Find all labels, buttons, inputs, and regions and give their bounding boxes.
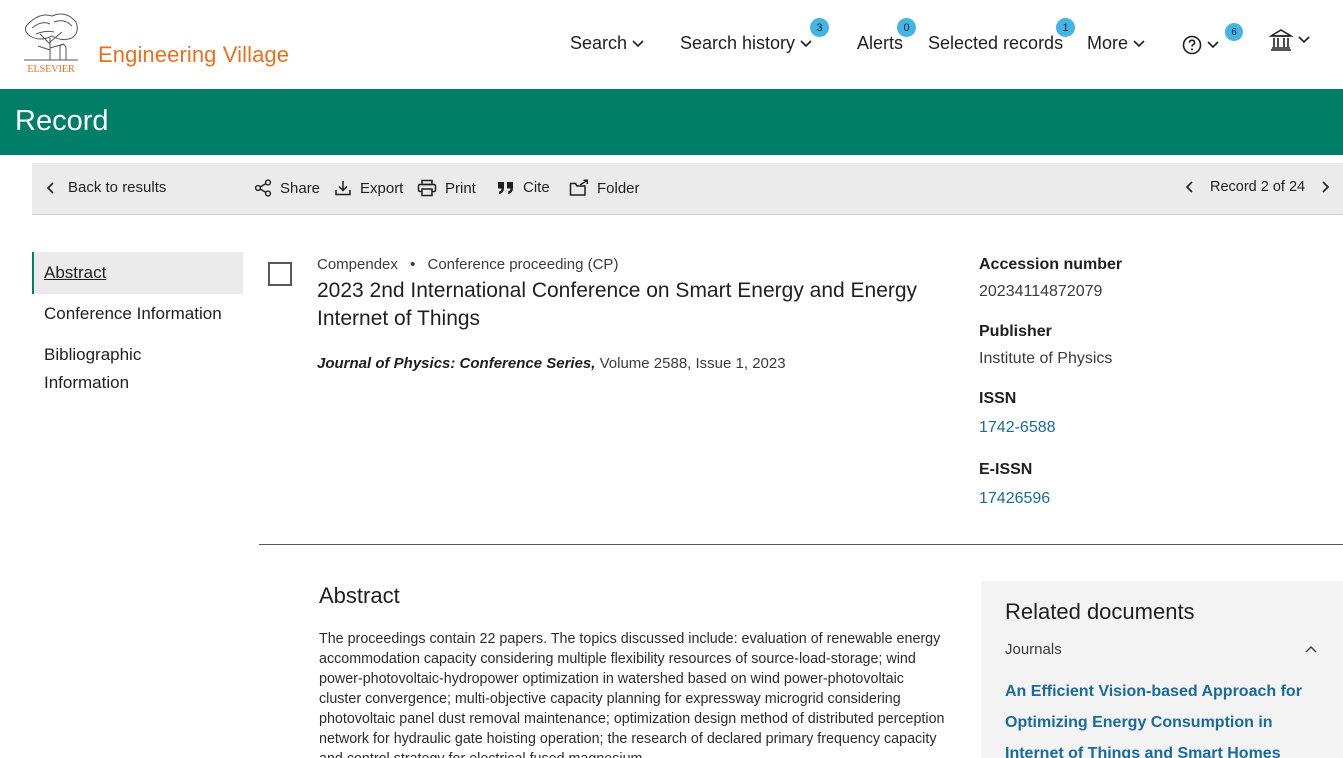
- cite-label: Cite: [523, 179, 550, 196]
- nav-help[interactable]: [1182, 35, 1220, 55]
- previous-record-icon[interactable]: [1184, 180, 1196, 194]
- chevron-down-icon: [632, 39, 644, 47]
- abstract-heading: Abstract: [319, 583, 400, 608]
- record-position: Record 2 of 24: [1210, 179, 1306, 195]
- next-record-icon[interactable]: [1319, 180, 1331, 194]
- folder-button[interactable]: Folder: [569, 179, 640, 197]
- export-button[interactable]: Export: [334, 179, 403, 197]
- page-title: Record: [15, 105, 109, 137]
- nav-more-label: More: [1087, 33, 1129, 53]
- search-history-count-badge: 3: [810, 18, 829, 37]
- selected-records-count-badge: 1: [1056, 18, 1075, 37]
- print-icon: [417, 179, 437, 197]
- chevron-down-icon: [800, 39, 812, 47]
- institution-icon: [1269, 29, 1293, 51]
- folder-label: Folder: [597, 179, 640, 197]
- nav-link-bibliographic-line1: Bibliographic: [44, 345, 142, 364]
- nav-alerts[interactable]: Alerts: [857, 33, 903, 54]
- record-pager: Record 2 of 24: [1184, 179, 1331, 195]
- share-icon: [254, 179, 272, 197]
- nav-search-label: Search: [570, 33, 628, 53]
- separator-dot: •: [410, 256, 416, 273]
- chevron-up-icon[interactable]: [1304, 642, 1318, 656]
- related-document-link[interactable]: An Efficient Vision-based Approach for O…: [1005, 676, 1325, 758]
- chevron-down-icon: [1207, 41, 1219, 49]
- nav-search[interactable]: Search: [570, 33, 645, 54]
- svg-text:ELSEVIER: ELSEVIER: [27, 64, 75, 74]
- eissn-label: E-ISSN: [979, 461, 1033, 478]
- nav-link-abstract[interactable]: Abstract: [32, 252, 243, 294]
- eissn-link[interactable]: 17426596: [979, 490, 1319, 508]
- accession-number-label: Accession number: [979, 256, 1123, 273]
- chevron-down-icon: [1298, 36, 1310, 44]
- chevron-left-icon: [46, 181, 54, 194]
- page-title-band: Record: [0, 89, 1343, 155]
- journal-name[interactable]: Journal of Physics: Conference Series,: [317, 355, 595, 372]
- download-icon: [335, 181, 351, 196]
- share-label: Share: [280, 179, 321, 197]
- record-source-line: Compendex • Conference proceeding (CP): [317, 256, 618, 273]
- nav-link-bibliographic-information[interactable]: Bibliographic Information: [32, 341, 243, 397]
- quote-icon: [498, 181, 513, 194]
- related-documents-panel: Related documents Journals An Efficient …: [981, 581, 1343, 758]
- related-documents-heading: Related documents: [1005, 599, 1195, 624]
- abstract-text: The proceedings contain 22 papers. The t…: [319, 631, 945, 758]
- print-label: Print: [445, 179, 476, 197]
- nav-search-history[interactable]: Search history: [680, 33, 813, 54]
- elsevier-logo[interactable]: ELSEVIER: [20, 10, 82, 75]
- issn-block: ISSN 1742-6588: [979, 390, 1319, 437]
- document-type: Conference proceeding (CP): [427, 256, 619, 273]
- record-section-nav: Abstract Conference Information Bibliogr…: [32, 252, 243, 397]
- elsevier-tree-icon: ELSEVIER: [20, 10, 82, 75]
- nav-selected-records-label: Selected records: [928, 33, 1064, 53]
- related-journals-subheading[interactable]: Journals: [1005, 641, 1062, 658]
- print-button[interactable]: Print: [417, 179, 476, 197]
- chevron-down-icon: [1133, 39, 1145, 47]
- back-to-results-label: Back to results: [68, 179, 167, 196]
- publisher-label: Publisher: [979, 323, 1052, 340]
- accession-number-value: 20234114872079: [979, 283, 1103, 300]
- journal-line: Journal of Physics: Conference Series, V…: [317, 355, 786, 372]
- issn-label: ISSN: [979, 390, 1017, 407]
- accession-number-block: Accession number 20234114872079: [979, 256, 1319, 301]
- nav-link-bibliographic-line2: Information: [44, 373, 130, 392]
- publisher-block: Publisher Institute of Physics: [979, 323, 1319, 368]
- nav-selected-records[interactable]: Selected records: [928, 33, 1063, 54]
- folder-add-icon: [569, 179, 589, 196]
- database-name: Compendex: [317, 256, 398, 273]
- nav-more[interactable]: More: [1087, 33, 1146, 54]
- top-navigation-bar: ELSEVIER Engineering Village Search Sear…: [0, 0, 1343, 89]
- back-to-results-button[interactable]: Back to results: [44, 179, 166, 196]
- engineering-village-brand[interactable]: Engineering Village: [98, 42, 289, 68]
- nav-link-conference-information[interactable]: Conference Information: [32, 300, 243, 328]
- help-count-badge: 6: [1225, 23, 1243, 41]
- record-toolbar: Back to results Share Export Print Cite: [32, 163, 1343, 215]
- share-button[interactable]: Share: [254, 179, 320, 197]
- nav-institution[interactable]: [1269, 28, 1311, 52]
- record-title: 2023 2nd International Conference on Sma…: [317, 279, 918, 330]
- eissn-block: E-ISSN 17426596: [979, 461, 1319, 508]
- export-label: Export: [360, 179, 404, 197]
- alerts-count-badge: 0: [897, 18, 916, 37]
- issn-link[interactable]: 1742-6588: [979, 419, 1319, 437]
- nav-search-history-label: Search history: [680, 33, 796, 53]
- section-divider: [259, 544, 1343, 545]
- select-record-checkbox[interactable]: [268, 262, 292, 286]
- volume-issue-year: Volume 2588, Issue 1, 2023: [595, 355, 786, 372]
- help-icon: [1182, 35, 1202, 55]
- cite-button[interactable]: Cite: [497, 179, 550, 196]
- nav-alerts-label: Alerts: [857, 33, 904, 53]
- publisher-value: Institute of Physics: [979, 350, 1113, 367]
